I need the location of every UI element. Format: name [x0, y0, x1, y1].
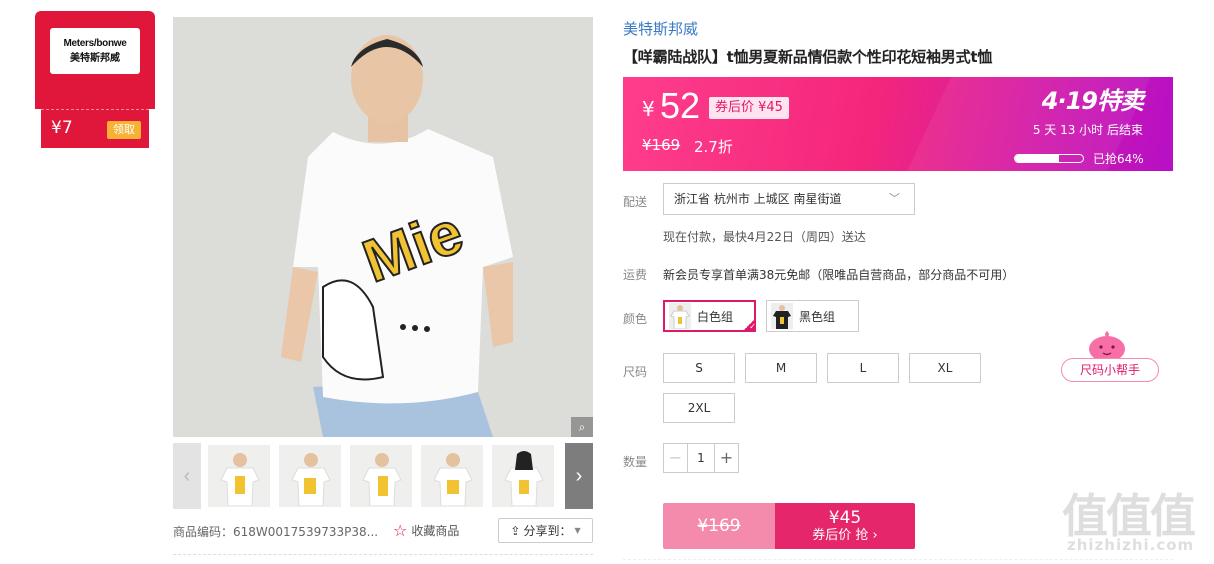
- color-label: 颜色: [623, 312, 648, 326]
- share-icon: ⇪: [510, 523, 521, 538]
- thumb-next-icon[interactable]: ›: [565, 443, 593, 509]
- quantity-label: 数量: [623, 455, 648, 469]
- magnifier-icon[interactable]: ⌕: [571, 417, 593, 437]
- buy-now[interactable]: ¥45 券后价 抢 ›: [775, 503, 915, 549]
- buy-original-price: ¥169: [663, 503, 775, 549]
- color-option-white[interactable]: 白色组 ✓: [663, 300, 756, 332]
- thumbnail[interactable]: [279, 445, 341, 507]
- color-swatch-white: [669, 303, 691, 330]
- price-banner: ¥ 52 券后价 ¥45 ¥169 2.7折 4·19特卖 5 天 13 小时 …: [623, 77, 1173, 171]
- caret-down-icon: ▼: [574, 526, 581, 535]
- original-price: ¥169: [642, 136, 681, 154]
- buy-sub-label: 券后价 抢 ›: [812, 528, 878, 543]
- brand-logo-en: Meters/bonwe: [63, 38, 127, 49]
- check-icon: ✓: [742, 318, 756, 332]
- share-label: 分享到：: [523, 524, 572, 538]
- size-label: 尺码: [623, 365, 648, 379]
- thumb-prev-icon[interactable]: ‹: [173, 443, 201, 509]
- size-option-xl[interactable]: XL: [909, 353, 981, 383]
- share-dropdown[interactable]: ⇪ 分享到： ▼: [498, 518, 593, 543]
- address-select[interactable]: 浙江省 杭州市 上城区 南星街道 ﹀: [663, 183, 915, 215]
- sold-progress-fill: [1015, 155, 1059, 162]
- star-icon: ☆: [393, 521, 408, 540]
- brand-link[interactable]: 美特斯邦威: [623, 18, 698, 39]
- watermark-url: zhizhizhi.com: [1067, 536, 1195, 554]
- product-meta-row: 商品编码：618W0017539733P38... ☆ 收藏商品 ⇪ 分享到： …: [173, 518, 593, 544]
- brand-logo: Meters/bonwe 美特斯邦威: [50, 28, 140, 74]
- shipping-label: 配送: [623, 195, 648, 209]
- size-helper[interactable]: 尺码小帮手: [1061, 329, 1159, 383]
- product-title: 【咩霸陆战队】t恤男夏新品情侣款个性印花短袖男式t恤: [623, 48, 993, 66]
- minus-icon[interactable]: −: [664, 444, 688, 472]
- freight-label: 运费: [623, 268, 648, 282]
- sold-progress-text: 已抢64%: [1093, 152, 1144, 166]
- favorite-label: 收藏商品: [411, 524, 460, 538]
- buy-price: ¥45: [828, 508, 862, 528]
- thumbnail-strip: ‹ ›: [173, 443, 593, 509]
- divider: [173, 554, 593, 555]
- size-option-s[interactable]: S: [663, 353, 735, 383]
- color-swatch-black: [771, 303, 793, 329]
- model-illustration: Mie: [173, 17, 593, 437]
- address-value: 浙江省 杭州市 上城区 南星街道: [674, 192, 842, 206]
- coupon-header: Meters/bonwe 美特斯邦威: [35, 11, 155, 109]
- thumbnail[interactable]: [350, 445, 412, 507]
- buy-button[interactable]: ¥169 ¥45 券后价 抢 ›: [663, 503, 915, 549]
- color-option-label: 白色组: [697, 309, 734, 324]
- size-option-2xl[interactable]: 2XL: [663, 393, 735, 423]
- currency-symbol: ¥: [642, 97, 655, 121]
- sku-code: 商品编码：618W0017539733P38...: [173, 525, 379, 539]
- coupon-footer: ¥7 领取: [41, 109, 149, 148]
- discount-rate: 2.7折: [694, 138, 733, 156]
- thumbnail[interactable]: [208, 445, 270, 507]
- freight-text: 新会员专享首单满38元免邮（限唯品自营商品，部分商品不可用）: [663, 268, 1015, 282]
- favorite-button[interactable]: ☆ 收藏商品: [393, 521, 459, 540]
- color-option-black[interactable]: 黑色组: [766, 300, 859, 332]
- brand-logo-cn: 美特斯邦威: [70, 53, 120, 64]
- sold-progress-bar: [1014, 154, 1084, 163]
- chevron-down-icon: ﹀: [889, 192, 900, 205]
- plus-icon[interactable]: +: [714, 444, 738, 472]
- brand-coupon[interactable]: Meters/bonwe 美特斯邦威 ¥7 领取: [35, 11, 155, 148]
- current-price: 52: [660, 85, 701, 126]
- color-option-label: 黑色组: [799, 309, 836, 324]
- promo-title: 4·19特卖: [1041, 87, 1144, 115]
- watermark: 值值值 zhizhizhi.com: [1062, 480, 1212, 560]
- quantity-value[interactable]: 1: [688, 444, 714, 472]
- thumbnail[interactable]: [421, 445, 483, 507]
- delivery-estimate: 现在付款，最快4月22日（周四）送达: [663, 230, 866, 244]
- size-option-m[interactable]: M: [745, 353, 817, 383]
- quantity-stepper: − 1 +: [663, 443, 739, 473]
- after-coupon-price: 券后价 ¥45: [709, 97, 789, 119]
- thumbnail[interactable]: [492, 445, 554, 507]
- countdown: 5 天 13 小时 后结束: [1032, 123, 1143, 137]
- size-option-l[interactable]: L: [827, 353, 899, 383]
- coupon-amount: ¥7: [51, 118, 73, 138]
- size-helper-button[interactable]: 尺码小帮手: [1061, 358, 1159, 382]
- coupon-claim-button[interactable]: 领取: [107, 121, 141, 139]
- main-product-image[interactable]: Mie ⌕: [173, 17, 593, 437]
